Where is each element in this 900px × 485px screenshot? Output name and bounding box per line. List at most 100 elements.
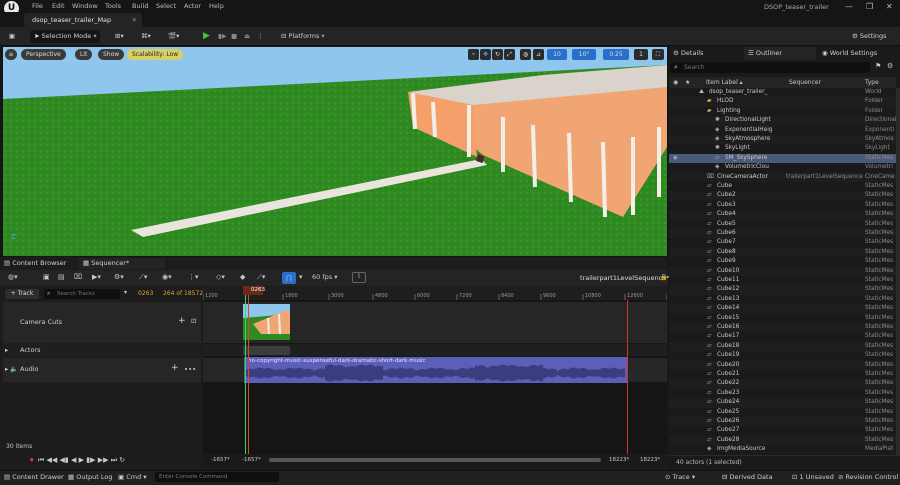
perspective-button[interactable]: Perspective (21, 49, 66, 60)
outliner-row[interactable]: ◈ VolumetricClou Volumetri (669, 163, 896, 172)
viewport-menu-icon[interactable]: ≡ (5, 49, 17, 60)
maximize-viewport-icon[interactable]: ⛶ (652, 49, 664, 60)
scale-snap-toggle[interactable]: 0.25 (603, 49, 629, 60)
show-button[interactable]: Show (98, 49, 125, 60)
minimize-icon[interactable]: — (845, 2, 853, 11)
outliner-row[interactable]: ⛰ dsop_teaser_trailer_ World (669, 88, 896, 97)
tab-content-browser[interactable]: ▤ Content Browser (4, 258, 66, 269)
audio-options-icon[interactable]: ∙∙∙ (184, 365, 196, 373)
column-item-label[interactable]: Item Label ▴ (706, 79, 743, 86)
outliner-row[interactable]: ▱ Cube21 StaticMes (669, 370, 896, 379)
track-camera-cuts[interactable]: Camera Cuts + ⊡ (3, 302, 201, 343)
menu-actor[interactable]: Actor (184, 2, 201, 10)
outliner-settings-icon[interactable]: ⚙ (887, 62, 893, 70)
add-track-button[interactable]: + Track (5, 289, 39, 299)
outliner-row[interactable]: ▱ Cube3 StaticMes (669, 201, 896, 210)
outliner-row[interactable]: ▱ Cube2 StaticMes (669, 191, 896, 201)
step-icon[interactable]: ▮▶ (218, 30, 227, 43)
camera-icon[interactable]: ⌧ (74, 273, 82, 281)
outliner-row[interactable]: ▱ Cube13 StaticMes (669, 295, 896, 304)
more-options-icon[interactable]: ⋮▾ (188, 273, 199, 281)
curve-view-icon[interactable]: ⌇ (352, 272, 366, 283)
outliner-row[interactable]: ✺ DirectionalLight Directional (669, 116, 896, 126)
outliner-row[interactable]: ▱ Cube20 StaticMes (669, 360, 896, 370)
rotate-tool-icon[interactable]: ↻ (492, 49, 503, 60)
step-forward-icon[interactable]: ▮▶ (86, 456, 95, 464)
playback-end-marker[interactable] (627, 300, 628, 454)
add-actor-icon[interactable]: ⊞▾ (115, 30, 124, 43)
tab-world-settings[interactable]: ◉ World Settings (822, 47, 877, 60)
filter-icon[interactable]: ⚑ (875, 62, 881, 70)
range-end-label[interactable]: 18223* (609, 457, 629, 463)
close-icon[interactable]: ✕ (886, 2, 893, 11)
outliner-row[interactable]: ✺ SkyLight SkyLight (669, 144, 896, 153)
outliner-row[interactable]: ▱ Cube12 StaticMes (669, 285, 896, 295)
selection-mode-dropdown[interactable]: ➤ Selection Mode ▾ (30, 30, 100, 43)
play-reverse-icon[interactable]: ◀ (71, 456, 76, 464)
world-icon[interactable]: ◍▾ (8, 273, 18, 281)
outliner-row[interactable]: ▱ Cube10 StaticMes (669, 266, 896, 276)
play-icon[interactable]: ▶ (203, 30, 210, 43)
menu-edit[interactable]: Edit (52, 2, 65, 10)
outliner-row[interactable]: ◈ ExponentialHeig Exponenti (669, 126, 896, 135)
outliner-row[interactable]: ▱ Cube5 StaticMes (669, 220, 896, 229)
outliner-row[interactable]: ▰ Lighting Folder (669, 107, 896, 116)
outliner-row[interactable]: ▰ HLOD Folder (669, 97, 896, 107)
snap-toggle-icon[interactable]: ⋂ (282, 272, 296, 284)
jump-to-end-icon[interactable]: ⏭ (111, 456, 117, 464)
surface-snap-icon[interactable]: ⊿ (533, 49, 544, 60)
eject-icon[interactable]: ⏏ (244, 30, 250, 43)
maximize-icon[interactable]: ❐ (866, 2, 873, 11)
range-end-label-2[interactable]: 18223* (640, 457, 660, 463)
search-tracks-input[interactable]: ⌕ Search Tracks (44, 289, 120, 299)
outliner-row[interactable]: ▱ Cube9 StaticMes (669, 257, 896, 266)
outliner-row[interactable]: ▱ Cube22 StaticMes (669, 379, 896, 389)
platforms-dropdown[interactable]: ⊟ Platforms ▾ (281, 30, 325, 43)
revision-control-button[interactable]: ⊘ Revision Control (838, 473, 898, 481)
outliner-row[interactable]: ◈ ImgMediaSource MediaPlat (669, 445, 896, 454)
outliner-row[interactable]: ▱ Cube7 StaticMes (669, 238, 896, 247)
outliner-row[interactable]: ◉ ▱ SM_SkySphere StaticMes (669, 153, 896, 164)
auto-key-icon[interactable]: ◆ (240, 273, 245, 281)
add-key-icon[interactable]: ◇▾ (216, 273, 225, 281)
lit-button[interactable]: Lit (75, 49, 93, 60)
select-tool-icon[interactable]: ⌖ (468, 49, 479, 60)
visibility-eye-icon[interactable]: ◉ (673, 154, 678, 163)
camera-lock-icon[interactable]: ⊡ (191, 317, 196, 325)
outliner-row[interactable]: ◈ SkyAtmosphere SkyAtmos (669, 135, 896, 145)
outliner-row[interactable]: ▱ Cube25 StaticMes (669, 408, 896, 417)
save-as-icon[interactable]: ▤ (58, 273, 65, 281)
column-sequencer[interactable]: Sequencer (789, 79, 821, 86)
outliner-row[interactable]: ▱ Cube19 StaticMes (669, 351, 896, 360)
outliner-row[interactable]: ▱ Cube11 StaticMes (669, 276, 896, 285)
snap-options-icon[interactable]: ▾ (299, 273, 303, 281)
outliner-row[interactable]: ▱ Cube18 StaticMes (669, 341, 896, 352)
audio-clip[interactable]: no-copyright-music-suspenseful-dark-dram… (244, 357, 628, 383)
menu-help[interactable]: Help (209, 2, 224, 10)
range-start-label-2[interactable]: -1657* (242, 457, 261, 463)
playback-start-marker[interactable] (245, 287, 246, 454)
outliner-row[interactable]: ▱ Cube23 StaticMes (669, 389, 896, 398)
outliner-row[interactable]: ▱ Cube4 StaticMes (669, 210, 896, 220)
outliner-row[interactable]: ▱ Cube15 StaticMes (669, 314, 896, 323)
rotation-snap-toggle[interactable]: 10° (572, 49, 596, 60)
playback-options-icon[interactable]: ⚙▾ (114, 273, 124, 281)
map-tab[interactable]: dsop_teaser_trailer_Map ✕ (24, 13, 142, 27)
close-tab-icon[interactable]: ✕ (132, 16, 137, 24)
grid-snap-toggle[interactable]: 10 (547, 49, 567, 60)
console-input[interactable]: Enter Console Command (155, 472, 279, 482)
menu-file[interactable]: File (32, 2, 43, 10)
outliner-search-input[interactable]: ⌕ Search (670, 62, 870, 73)
tab-details[interactable]: ⚙ Details (673, 47, 703, 60)
lock-icon[interactable]: 🔒 (660, 274, 667, 281)
filter-tracks-icon[interactable]: ▾ (124, 289, 127, 296)
derived-data-button[interactable]: ⊟ Derived Data (722, 473, 773, 481)
settings-dropdown[interactable]: ⚙ Settings (852, 30, 887, 43)
track-actors[interactable]: ▸ Actors (3, 344, 201, 356)
outliner-scrollbar[interactable] (896, 88, 900, 456)
save-icon[interactable]: ▣ (6, 30, 18, 43)
outliner-row[interactable]: ▱ Cube28 StaticMes (669, 435, 896, 446)
column-type[interactable]: Type (865, 79, 879, 86)
jump-to-start-icon[interactable]: ⏮ (38, 456, 44, 464)
outliner-row[interactable]: ▱ Cube14 StaticMes (669, 304, 896, 314)
